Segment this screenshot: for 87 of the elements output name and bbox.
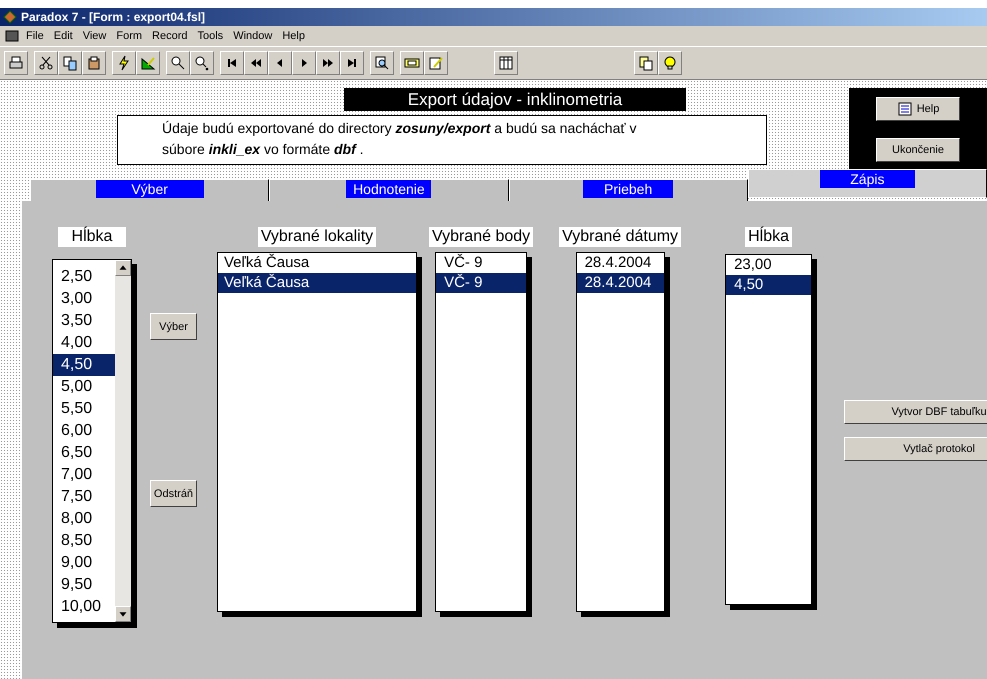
- list-item[interactable]: Veľká Čausa: [218, 273, 416, 293]
- printer-icon: [8, 55, 24, 71]
- list-label: Vybrané dátumy: [559, 227, 682, 247]
- tab[interactable]: Zápis: [748, 169, 987, 198]
- menu-item[interactable]: Help: [278, 30, 309, 42]
- scrollbar[interactable]: [115, 260, 131, 622]
- tab[interactable]: Hodnotenie: [269, 179, 508, 203]
- lightning-icon: [116, 55, 132, 71]
- list-item[interactable]: 8,50: [53, 530, 115, 552]
- menu-item[interactable]: Tools: [194, 30, 228, 42]
- toolbar-button[interactable]: [166, 51, 190, 75]
- lightbulb-icon: [662, 55, 678, 71]
- toolbar-button[interactable]: [494, 51, 518, 75]
- list-item[interactable]: 5,50: [53, 398, 115, 420]
- list-label: Hĺbka: [745, 227, 792, 247]
- menu-item[interactable]: View: [78, 30, 110, 42]
- print-button[interactable]: Vytlač protokol: [844, 437, 987, 461]
- toolbar-button[interactable]: [58, 51, 82, 75]
- list-item[interactable]: 3,50: [53, 310, 115, 332]
- search-next-icon: [194, 55, 210, 71]
- toolbar-button[interactable]: [340, 51, 364, 75]
- list-label: Vybrané body: [429, 227, 534, 247]
- remove-button[interactable]: Odstráň: [150, 480, 197, 507]
- help-button[interactable]: Help: [876, 96, 960, 120]
- toolbar-button[interactable]: [316, 51, 340, 75]
- tab[interactable]: Priebeh: [508, 179, 748, 203]
- list-label: Vybrané lokality: [258, 227, 376, 247]
- search-icon: [170, 55, 186, 71]
- info-text: súbore inkli_ex vo formáte dbf .: [162, 140, 365, 159]
- toolbar-button[interactable]: [190, 51, 214, 75]
- list-item[interactable]: 7,00: [53, 464, 115, 486]
- toolbar-button[interactable]: [268, 51, 292, 75]
- list-item[interactable]: 5,00: [53, 376, 115, 398]
- select-button[interactable]: Výber: [150, 313, 197, 340]
- toolbar-button[interactable]: [424, 51, 448, 75]
- edit-form-icon: [428, 55, 444, 71]
- list-item[interactable]: 28.4.2004: [576, 273, 664, 293]
- new-document-icon: [638, 55, 654, 71]
- toolbar-button[interactable]: [634, 51, 658, 75]
- toolbar-button[interactable]: [292, 51, 316, 75]
- scissors-icon: [38, 55, 54, 71]
- table-icon: [498, 55, 514, 71]
- list-item[interactable]: 10,00: [53, 596, 115, 618]
- toolbar-button[interactable]: [136, 51, 160, 75]
- list-item[interactable]: 7,50: [53, 486, 115, 508]
- list-item[interactable]: 6,50: [53, 442, 115, 464]
- list-item[interactable]: Veľká Čausa: [218, 253, 416, 273]
- toolbar-button[interactable]: [658, 51, 682, 75]
- list-item[interactable]: 2,50: [53, 266, 115, 288]
- list-item[interactable]: 9,00: [53, 552, 115, 574]
- menu-item[interactable]: Record: [148, 30, 192, 42]
- form-title: Export údajov - inklinometria: [344, 88, 686, 111]
- help-icon: [896, 100, 913, 116]
- list-item[interactable]: VČ- 9: [436, 253, 526, 273]
- toolbar-button[interactable]: [220, 51, 244, 75]
- window-title: Paradox 7 - [Form : export04.fsl]: [21, 10, 206, 24]
- toolbar-button[interactable]: [400, 51, 424, 75]
- list-item[interactable]: 28.4.2004: [576, 253, 664, 273]
- list-item[interactable]: 6,00: [53, 420, 115, 442]
- design-icon: [140, 55, 156, 71]
- list-item[interactable]: 8,00: [53, 508, 115, 530]
- magnifier-icon: [374, 55, 390, 71]
- list-item[interactable]: 3,00: [53, 288, 115, 310]
- list-item[interactable]: 9,50: [53, 574, 115, 596]
- exit-button[interactable]: Ukončenie: [876, 138, 960, 162]
- menu-item[interactable]: Form: [112, 30, 146, 42]
- list-label: Hĺbka: [58, 227, 126, 247]
- info-text: Údaje budú exportované do directory zosuny/export a budú sa nacháchať v: [162, 119, 638, 138]
- menu-item[interactable]: Window: [229, 30, 276, 42]
- create-table-button[interactable]: Vytvor DBF tabuľku: [844, 400, 987, 424]
- list-item[interactable]: 4,50: [53, 354, 115, 376]
- toolbar-button[interactable]: [370, 51, 394, 75]
- toolbar-button[interactable]: [4, 51, 28, 75]
- form-icon: [4, 28, 20, 44]
- toolbar-button[interactable]: [82, 51, 106, 75]
- toolbar-button[interactable]: [244, 51, 268, 75]
- list-item[interactable]: 4,00: [53, 332, 115, 354]
- list-item[interactable]: 23,00: [726, 255, 812, 275]
- copy-icon: [62, 55, 78, 71]
- tab[interactable]: Výber: [30, 179, 270, 203]
- list-item[interactable]: 4,50: [726, 275, 812, 295]
- menu-item[interactable]: File: [22, 30, 48, 42]
- paste-icon: [86, 55, 102, 71]
- toolbar-button[interactable]: [34, 51, 58, 75]
- menu-item[interactable]: Edit: [50, 30, 77, 42]
- toolbar-button[interactable]: [112, 51, 136, 75]
- list-item[interactable]: VČ- 9: [436, 273, 526, 293]
